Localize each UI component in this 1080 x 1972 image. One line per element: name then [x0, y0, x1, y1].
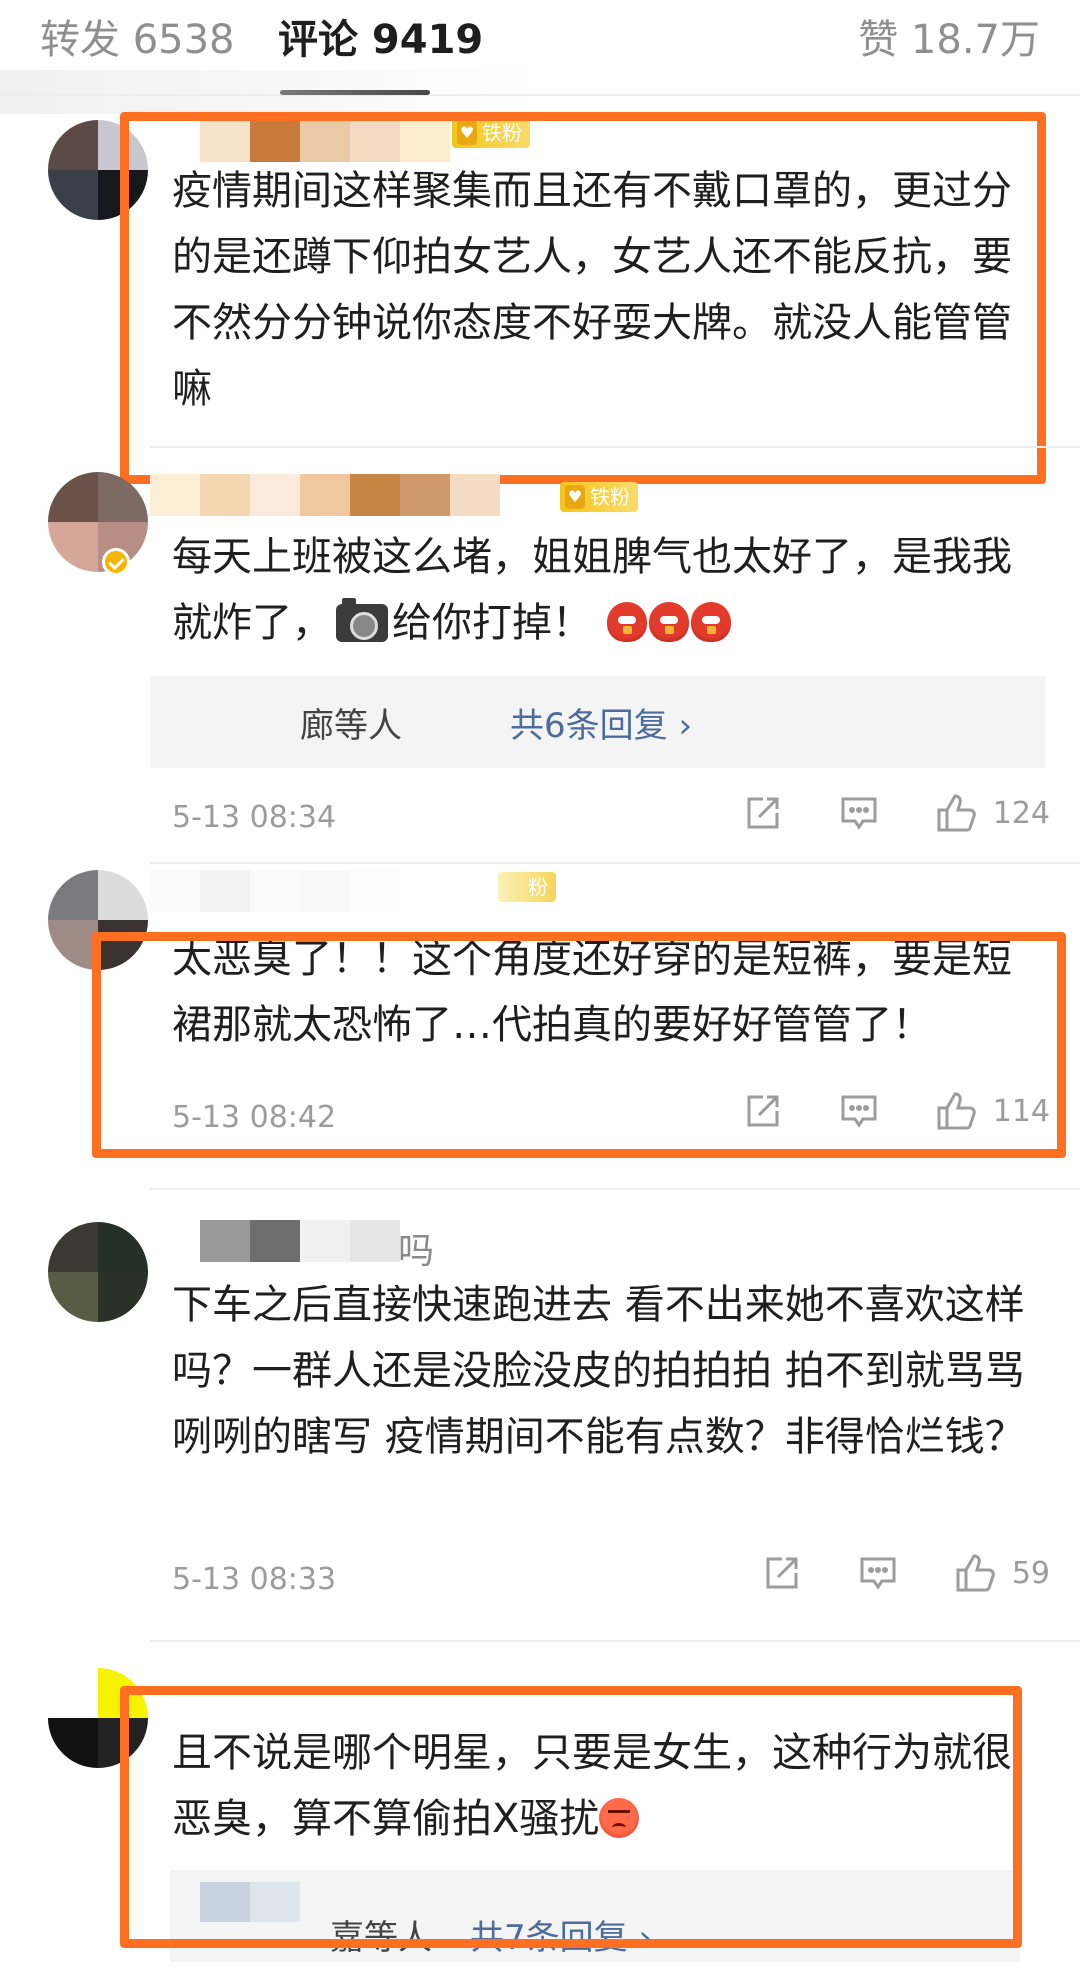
comment-item: ♥ 铁粉 每天上班被这么堵，姐姐脾气也太好了，是我我就炸了， 给你打掉！ 廊等人 共…: [0, 452, 1080, 862]
blurred-region: [150, 676, 310, 768]
avatar[interactable]: [48, 472, 148, 572]
view-replies-link[interactable]: 共6条回复 ›: [510, 698, 692, 747]
share-icon: [766, 1557, 798, 1589]
comment-icon: [841, 797, 877, 830]
angry-bird-emoji-icon: [690, 602, 731, 642]
comment-item: 吗 下车之后直接快速跑进去 看不出来她不喜欢这样吗？一群人还是没脸没皮的拍拍拍 …: [0, 1190, 1080, 1630]
comment-icon: [860, 1557, 896, 1590]
tab-like[interactable]: 赞 18.7万: [858, 14, 1040, 66]
fan-badge: 粉: [498, 872, 556, 902]
share-button[interactable]: [743, 793, 783, 833]
username-tail[interactable]: 吗: [398, 1222, 434, 1274]
avatar[interactable]: [48, 1222, 148, 1322]
camera-emoji-icon: [336, 598, 388, 642]
comment-text: 每天上班被这么堵，姐姐脾气也太好了，是我我就炸了， 给你打掉！: [172, 534, 1012, 646]
username-redacted[interactable]: [150, 870, 400, 912]
thumbs-up-icon: [956, 1554, 995, 1592]
reply-preview[interactable]: 廊等人 共6条回复 ›: [150, 676, 1045, 768]
reply-button[interactable]: [839, 793, 879, 833]
tab-comment[interactable]: 评论 9419: [278, 14, 483, 66]
like-count: 124: [992, 795, 1050, 831]
thumbs-up-icon: [937, 794, 976, 832]
tab-forward[interactable]: 转发 6538: [40, 14, 235, 66]
like-button[interactable]: 124: [935, 792, 1050, 834]
highlight-box: [92, 932, 1066, 1158]
share-icon: [747, 797, 779, 829]
highlight-box: [120, 112, 1046, 484]
reply-button[interactable]: [858, 1553, 898, 1593]
divider: [150, 446, 1080, 448]
comment-actions: 124: [687, 792, 1050, 834]
fan-heart-icon: ♥: [565, 485, 585, 509]
angry-bird-emoji-icon: [648, 602, 689, 642]
share-button[interactable]: [762, 1553, 802, 1593]
highlight-box: [120, 1686, 1022, 1948]
username-redacted[interactable]: [200, 1220, 400, 1262]
like-button[interactable]: 59: [954, 1552, 1050, 1594]
angry-bird-emoji-icon: [606, 602, 647, 642]
verified-icon: [102, 548, 130, 576]
fan-badge: ♥ 铁粉: [560, 482, 638, 512]
comment-timestamp: 5-13 08:34: [172, 800, 337, 835]
comment-text: 下车之后直接快速跑进去 看不出来她不喜欢这样吗？一群人还是没脸没皮的拍拍拍 拍不…: [172, 1282, 1025, 1460]
divider: [150, 1640, 1080, 1642]
reply-users: 廊等人: [300, 706, 402, 746]
like-count: 59: [1011, 1555, 1050, 1591]
username-redacted[interactable]: [150, 474, 500, 516]
comment-actions: 59: [706, 1552, 1050, 1594]
comment-timestamp: 5-13 08:33: [172, 1562, 337, 1597]
